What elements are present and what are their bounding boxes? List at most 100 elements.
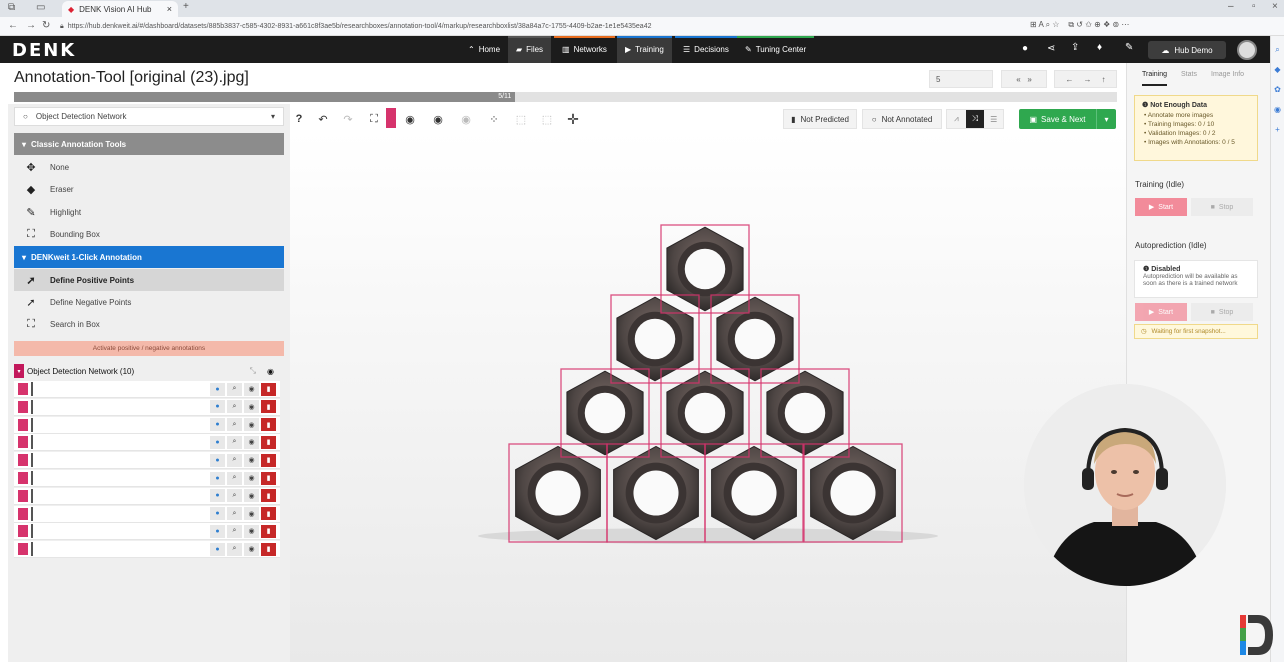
annotation-canvas[interactable] <box>290 131 1126 662</box>
eye-settings-icon[interactable]: ◉ <box>429 110 447 128</box>
delete-icon[interactable]: ▮ <box>261 400 276 414</box>
eye-icon[interactable]: ◉ <box>244 418 259 432</box>
expand-icon[interactable]: ⤡ <box>250 366 256 376</box>
save-options-caret-icon[interactable]: ▾ <box>1096 109 1116 129</box>
tools-icon[interactable]: ✎ <box>1125 42 1133 53</box>
tab-training[interactable]: Training <box>1142 71 1168 86</box>
assign-user-icon[interactable]: ● <box>210 435 225 449</box>
eye-icon[interactable]: ◉ <box>244 507 259 521</box>
annotation-handle[interactable] <box>31 382 33 396</box>
nav-networks[interactable]: ▥ Networks <box>554 36 615 63</box>
annotation-color-swatch[interactable] <box>18 418 28 431</box>
tab-stats[interactable]: Stats <box>1181 71 1197 78</box>
bell-icon[interactable]: ♦ <box>1097 42 1102 53</box>
browser-extension-icons[interactable]: ⊞ A ⌕ ☆ ⧉ ↺ ✩ ⊕ ❖ ⊚ ⋯ <box>1030 20 1129 30</box>
annotation-color-swatch[interactable] <box>18 543 28 556</box>
delete-icon[interactable]: ▮ <box>261 453 276 467</box>
zoom-icon[interactable]: ⌕ <box>227 382 242 396</box>
delete-icon[interactable]: ▮ <box>261 524 276 538</box>
back-icon[interactable]: ← <box>8 20 18 31</box>
annotation-color-swatch[interactable] <box>18 489 28 502</box>
eye-icon[interactable]: ◉ <box>244 400 259 414</box>
zoom-icon[interactable]: ⌕ <box>227 400 242 414</box>
annotation-color-swatch[interactable] <box>18 525 28 538</box>
training-stop-button[interactable]: ■ Stop <box>1191 198 1253 216</box>
eye-icon[interactable]: ◉ <box>267 367 274 376</box>
delete-icon[interactable]: ▮ <box>261 542 276 556</box>
browser-tab[interactable]: ◆ DENK Vision AI Hub × <box>62 1 178 17</box>
assign-user-icon[interactable]: ● <box>210 418 225 432</box>
annotation-row[interactable]: ● ⌕ ◉ ▮ <box>14 505 280 523</box>
zoom-icon[interactable]: ⌕ <box>227 471 242 485</box>
tool-eraser[interactable]: ◆ Eraser <box>14 178 284 200</box>
tool-negative-points[interactable]: ➚ Define Negative Points <box>14 291 284 313</box>
oneclick-header[interactable]: ▾ DENKweit 1-Click Annotation <box>14 246 284 268</box>
nav-training[interactable]: ▶ Training <box>617 36 672 63</box>
shuffle-view-icon[interactable]: ⤨ <box>965 110 985 128</box>
points-icon[interactable]: ⁘ <box>485 110 503 128</box>
not-annotated-button[interactable]: ○ Not Annotated <box>862 109 942 129</box>
nav-tuning-center[interactable]: ✎ Tuning Center <box>737 36 815 63</box>
not-predicted-button[interactable]: ▮ Not Predicted <box>783 109 857 129</box>
delete-icon[interactable]: ▮ <box>261 471 276 485</box>
tool-highlight[interactable]: ✎ Highlight <box>14 201 284 223</box>
annotation-handle[interactable] <box>31 471 33 485</box>
annotation-color-swatch[interactable] <box>18 454 28 467</box>
color-swatch[interactable] <box>386 108 396 128</box>
annotation-handle[interactable] <box>31 488 33 503</box>
hub-demo-button[interactable]: ☁ Hub Demo <box>1148 41 1226 59</box>
network-select[interactable]: ○ Object Detection Network ▾ <box>14 107 284 126</box>
delete-icon[interactable]: ▮ <box>261 507 276 521</box>
classic-tools-header[interactable]: ▾ Classic Annotation Tools <box>14 133 284 155</box>
assign-user-icon[interactable]: ● <box>210 382 225 396</box>
assign-user-icon[interactable]: ● <box>210 400 225 414</box>
view-mode-toggle[interactable]: ⩘ ⤨ ☰ <box>946 109 1004 129</box>
save-next-button[interactable]: ▣ Save & Next ▾ <box>1019 109 1116 129</box>
upload-icon[interactable]: ⇪ <box>1071 42 1079 53</box>
nav-home[interactable]: ⌃ Home <box>460 36 508 63</box>
page-number-input[interactable]: 5 <box>929 70 993 88</box>
eye-icon[interactable]: ◉ <box>244 471 259 485</box>
annotation-row[interactable]: ● ⌕ ◉ ▮ <box>14 487 280 505</box>
annotation-color-swatch[interactable] <box>18 436 28 449</box>
network-list-header[interactable]: ▾ Object Detection Network (10) ⤡ ◉ <box>14 362 284 380</box>
collapse-icon[interactable]: ▾ <box>14 364 24 378</box>
tool-none[interactable]: ✥ None <box>14 156 284 178</box>
eye-icon[interactable]: ◉ <box>244 524 259 538</box>
annotation-row[interactable]: ● ⌕ ◉ ▮ <box>14 381 280 398</box>
minimize-icon[interactable]: – <box>1228 1 1234 12</box>
activate-annotations-button[interactable]: Activate positive / negative annotations <box>14 341 284 356</box>
assign-user-icon[interactable]: ● <box>210 453 225 467</box>
assign-user-icon[interactable]: ● <box>210 471 225 485</box>
zoom-icon[interactable]: ⌕ <box>227 507 242 521</box>
annotation-handle[interactable] <box>31 542 33 557</box>
share-icon[interactable]: ⋖ <box>1047 43 1055 54</box>
delete-icon[interactable]: ▮ <box>261 435 276 449</box>
last-page-icon[interactable]: » <box>1027 75 1031 84</box>
annotation-handle[interactable] <box>31 417 33 432</box>
annotation-row[interactable]: ● ⌕ ◉ ▮ <box>14 434 280 452</box>
list-view-icon[interactable]: ☰ <box>984 115 1003 124</box>
eye-icon[interactable]: ◉ <box>244 435 259 449</box>
delete-icon[interactable]: ▮ <box>261 382 276 396</box>
address-bar[interactable]: 🔒︎ https://hub.denkweit.ai/#/dashboard/d… <box>60 19 1020 34</box>
annotation-handle[interactable] <box>31 453 33 468</box>
annotation-row[interactable]: ● ⌕ ◉ ▮ <box>14 452 280 470</box>
autoprediction-start-button[interactable]: ▶ Start <box>1135 303 1187 321</box>
nav-decisions[interactable]: ☰ Decisions <box>675 36 737 63</box>
box-plus-icon[interactable]: ⬚ <box>538 110 556 128</box>
annotation-handle[interactable] <box>31 399 33 414</box>
tool-bounding-box[interactable]: ⛶ Bounding Box <box>14 223 284 245</box>
zoom-icon[interactable]: ⌕ <box>227 542 242 556</box>
denk-logo[interactable]: DENK <box>12 40 76 61</box>
chat-icon[interactable]: ● <box>1022 43 1028 54</box>
reload-icon[interactable]: ↻ <box>42 20 50 31</box>
assign-user-icon[interactable]: ● <box>210 542 225 556</box>
eye-icon[interactable]: ◉ <box>244 382 259 396</box>
prev-next-nav[interactable]: ← → ↑ <box>1054 70 1117 88</box>
eye-icon[interactable]: ◉ <box>244 542 259 556</box>
autoprediction-stop-button[interactable]: ■ Stop <box>1191 303 1253 321</box>
nav-files[interactable]: ▰ Files <box>508 36 552 63</box>
browser-sidebar-icons[interactable]: ⌕ ◆ ✿ ◉ + <box>1271 40 1284 140</box>
close-window-icon[interactable]: × <box>1272 1 1278 12</box>
